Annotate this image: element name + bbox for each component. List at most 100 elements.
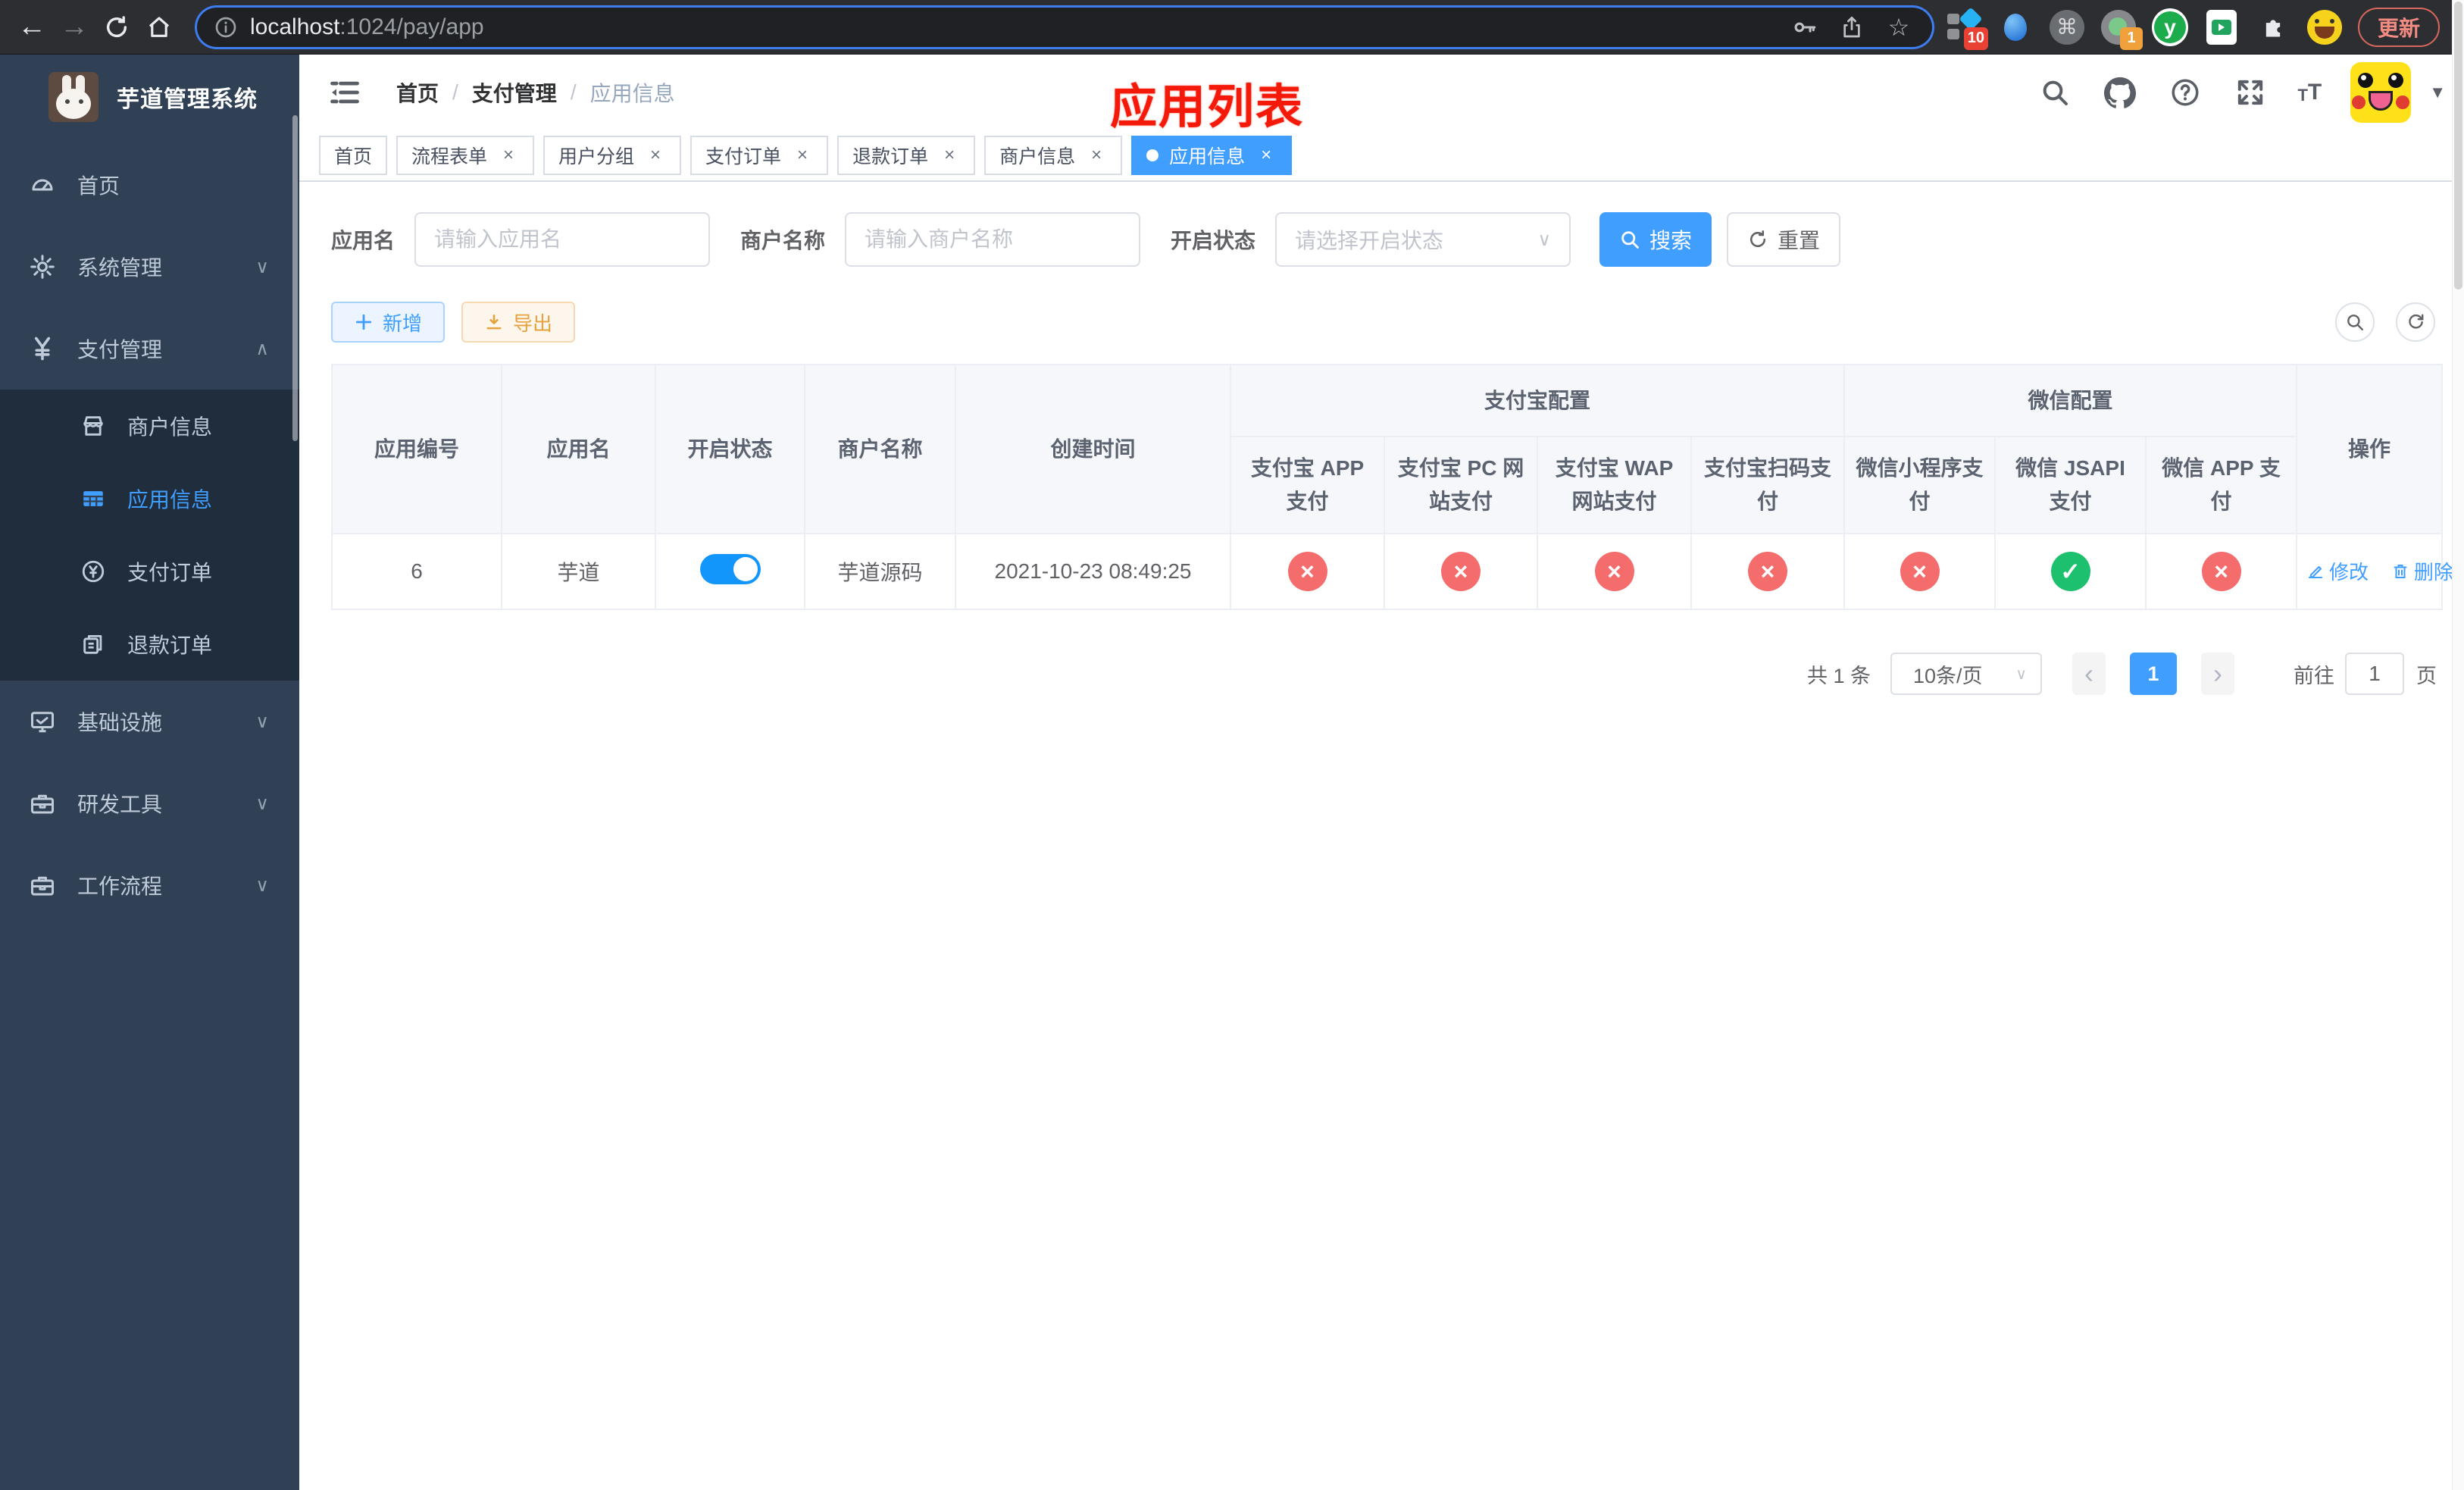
col-header-merchant: 商户名称 bbox=[804, 364, 956, 534]
breadcrumb-payment[interactable]: 支付管理 bbox=[472, 77, 557, 108]
sidebar-scrollbar[interactable] bbox=[292, 115, 298, 441]
user-avatar[interactable] bbox=[2350, 62, 2412, 123]
avatar-caret-icon[interactable]: ▼ bbox=[2429, 83, 2446, 102]
collapse-sidebar-icon[interactable] bbox=[327, 74, 363, 111]
grid-table-icon bbox=[79, 484, 108, 513]
sidebar-item-app-info[interactable]: 应用信息 bbox=[0, 462, 299, 535]
tab-app-info[interactable]: 应用信息 × bbox=[1131, 136, 1293, 175]
tab-merchant-info[interactable]: 商户信息 × bbox=[984, 136, 1123, 175]
sidebar-item-payment-orders[interactable]: 支付订单 bbox=[0, 535, 299, 608]
cell-wechat-jsapi: ✓ bbox=[1994, 533, 2147, 610]
page-size-select[interactable]: 10条/页 ∨ bbox=[1890, 653, 2042, 695]
sidebar-item-workflow[interactable]: 工作流程 ∨ bbox=[0, 844, 299, 926]
breadcrumb-separator: / bbox=[570, 80, 577, 104]
search-button[interactable]: 搜索 bbox=[1599, 212, 1712, 267]
status-toggle[interactable] bbox=[699, 553, 761, 584]
close-tab-icon[interactable]: × bbox=[792, 145, 813, 166]
browser-toolbar: ← → localhost:1024/pay/app ☆ 10 ⌘ 1 y 更新 bbox=[0, 0, 2464, 55]
status-select[interactable]: 请选择开启状态 ∨ bbox=[1275, 212, 1571, 267]
close-tab-icon[interactable]: × bbox=[498, 145, 519, 166]
fullscreen-icon[interactable] bbox=[2232, 74, 2269, 111]
puzzle-extensions-icon[interactable] bbox=[2255, 9, 2291, 45]
forward-icon[interactable]: → bbox=[53, 6, 95, 49]
status-cross-icon: × bbox=[1287, 552, 1327, 591]
sidebar-item-refund-orders[interactable]: 退款订单 bbox=[0, 608, 299, 681]
col-header-wechat-app: 微信 APP 支付 bbox=[2145, 436, 2298, 534]
y-extension-icon[interactable]: y bbox=[2152, 8, 2188, 46]
page-scrollbar[interactable] bbox=[2452, 0, 2464, 1490]
reload-icon[interactable] bbox=[95, 6, 138, 49]
chevron-down-icon: ∨ bbox=[255, 256, 269, 277]
export-button[interactable]: 导出 bbox=[461, 302, 576, 343]
recorder-extension-icon[interactable]: 1 bbox=[2100, 9, 2143, 50]
chevron-down-icon: ∨ bbox=[1537, 229, 1552, 250]
help-icon[interactable] bbox=[2167, 74, 2203, 111]
main-area: 首页 / 支付管理 / 应用信息 应用列表 T T ▼ 首页 流程表单 × 用户… bbox=[299, 55, 2464, 1490]
breadcrumb-home[interactable]: 首页 bbox=[396, 77, 439, 108]
site-info-icon[interactable] bbox=[212, 14, 239, 41]
share-icon[interactable] bbox=[1834, 9, 1870, 45]
sidebar-item-infrastructure[interactable]: 基础设施 ∨ bbox=[0, 681, 299, 762]
delete-link[interactable]: 删除 bbox=[2391, 557, 2453, 585]
close-tab-icon[interactable]: × bbox=[1255, 145, 1277, 166]
password-key-icon[interactable] bbox=[1787, 9, 1823, 45]
next-page-button[interactable]: › bbox=[2201, 653, 2234, 695]
font-size-icon[interactable]: TT bbox=[2297, 80, 2322, 105]
col-header-alipay-qr: 支付宝扫码支付 bbox=[1690, 436, 1846, 534]
sidebar-item-system[interactable]: 系统管理 ∨ bbox=[0, 226, 299, 308]
sidebar-item-payment[interactable]: 支付管理 ∧ bbox=[0, 308, 299, 390]
edit-link[interactable]: 修改 bbox=[2306, 557, 2369, 585]
pinned-extension-icon[interactable]: 10 bbox=[1946, 6, 1988, 50]
close-tab-icon[interactable]: × bbox=[1086, 145, 1107, 166]
close-tab-icon[interactable]: × bbox=[645, 145, 666, 166]
profile-emoji-icon[interactable] bbox=[2306, 9, 2343, 45]
toggle-search-icon[interactable] bbox=[2335, 302, 2375, 342]
extensions-area: 10 ⌘ 1 y bbox=[1946, 6, 2343, 50]
sidebar: 芋道管理系统 首页 系统管理 ∨ 支付管理 ∧ 商户信息 应用信息 支付订单 退… bbox=[0, 55, 299, 1490]
add-button[interactable]: 新增 bbox=[331, 302, 446, 343]
close-tab-icon[interactable]: × bbox=[939, 145, 960, 166]
browser-update-button[interactable]: 更新 bbox=[2358, 7, 2441, 47]
sidebar-item-home[interactable]: 首页 bbox=[0, 144, 299, 226]
toolbox-icon bbox=[27, 788, 58, 819]
table-row: 6 芋道 芋道源码 2021-10-23 08:49:25 × × × × × bbox=[331, 533, 2453, 610]
tab-refund-orders[interactable]: 退款订单 × bbox=[837, 136, 976, 175]
sidebar-logo[interactable]: 芋道管理系统 bbox=[0, 55, 299, 139]
cell-app-name: 芋道 bbox=[501, 533, 656, 610]
app-title: 芋道管理系统 bbox=[117, 87, 258, 112]
document-copy-icon bbox=[79, 630, 108, 659]
app-table: 应用编号 应用名 开启状态 商户名称 创建时间 支付宝配置 微信配置 操作 支付… bbox=[331, 364, 2453, 610]
github-icon[interactable] bbox=[2102, 74, 2138, 111]
sidebar-item-merchant-info[interactable]: 商户信息 bbox=[0, 390, 299, 462]
monitor-icon bbox=[27, 706, 58, 737]
prev-page-button[interactable]: ‹ bbox=[2072, 653, 2106, 695]
top-navbar: 首页 / 支付管理 / 应用信息 应用列表 T T ▼ bbox=[299, 55, 2464, 133]
balloon-extension-icon[interactable] bbox=[1997, 9, 2034, 45]
col-header-actions: 操作 bbox=[2296, 364, 2444, 534]
app-name-input[interactable] bbox=[414, 212, 711, 267]
table-tools bbox=[2335, 302, 2435, 342]
tab-process-form[interactable]: 流程表单 × bbox=[396, 136, 535, 175]
col-header-wechat-mini: 微信小程序支付 bbox=[1843, 436, 1997, 534]
search-icon[interactable] bbox=[2037, 74, 2073, 111]
cell-status bbox=[655, 533, 805, 610]
merchant-name-input[interactable] bbox=[845, 212, 1141, 267]
url-text[interactable]: localhost:1024/pay/app bbox=[250, 14, 1776, 40]
tab-payment-orders[interactable]: 支付订单 × bbox=[690, 136, 829, 175]
status-label: 开启状态 bbox=[1171, 229, 1256, 252]
status-check-icon: ✓ bbox=[2050, 552, 2090, 591]
tab-user-group[interactable]: 用户分组 × bbox=[543, 136, 682, 175]
meet-extension-icon[interactable] bbox=[2203, 9, 2240, 45]
tab-home[interactable]: 首页 bbox=[319, 136, 388, 175]
goto-page-input[interactable] bbox=[2345, 653, 2404, 695]
address-bar[interactable]: localhost:1024/pay/app ☆ bbox=[197, 7, 1932, 47]
bookmark-star-icon[interactable]: ☆ bbox=[1881, 9, 1917, 45]
cell-alipay-app: × bbox=[1230, 533, 1385, 610]
command-extension-icon[interactable]: ⌘ bbox=[2049, 9, 2085, 45]
refresh-icon[interactable] bbox=[2396, 302, 2435, 342]
home-icon[interactable] bbox=[138, 6, 180, 49]
sidebar-item-dev-tools[interactable]: 研发工具 ∨ bbox=[0, 762, 299, 844]
back-icon[interactable]: ← bbox=[11, 6, 53, 49]
reset-button[interactable]: 重置 bbox=[1727, 212, 1841, 267]
page-number-1[interactable]: 1 bbox=[2130, 653, 2177, 695]
